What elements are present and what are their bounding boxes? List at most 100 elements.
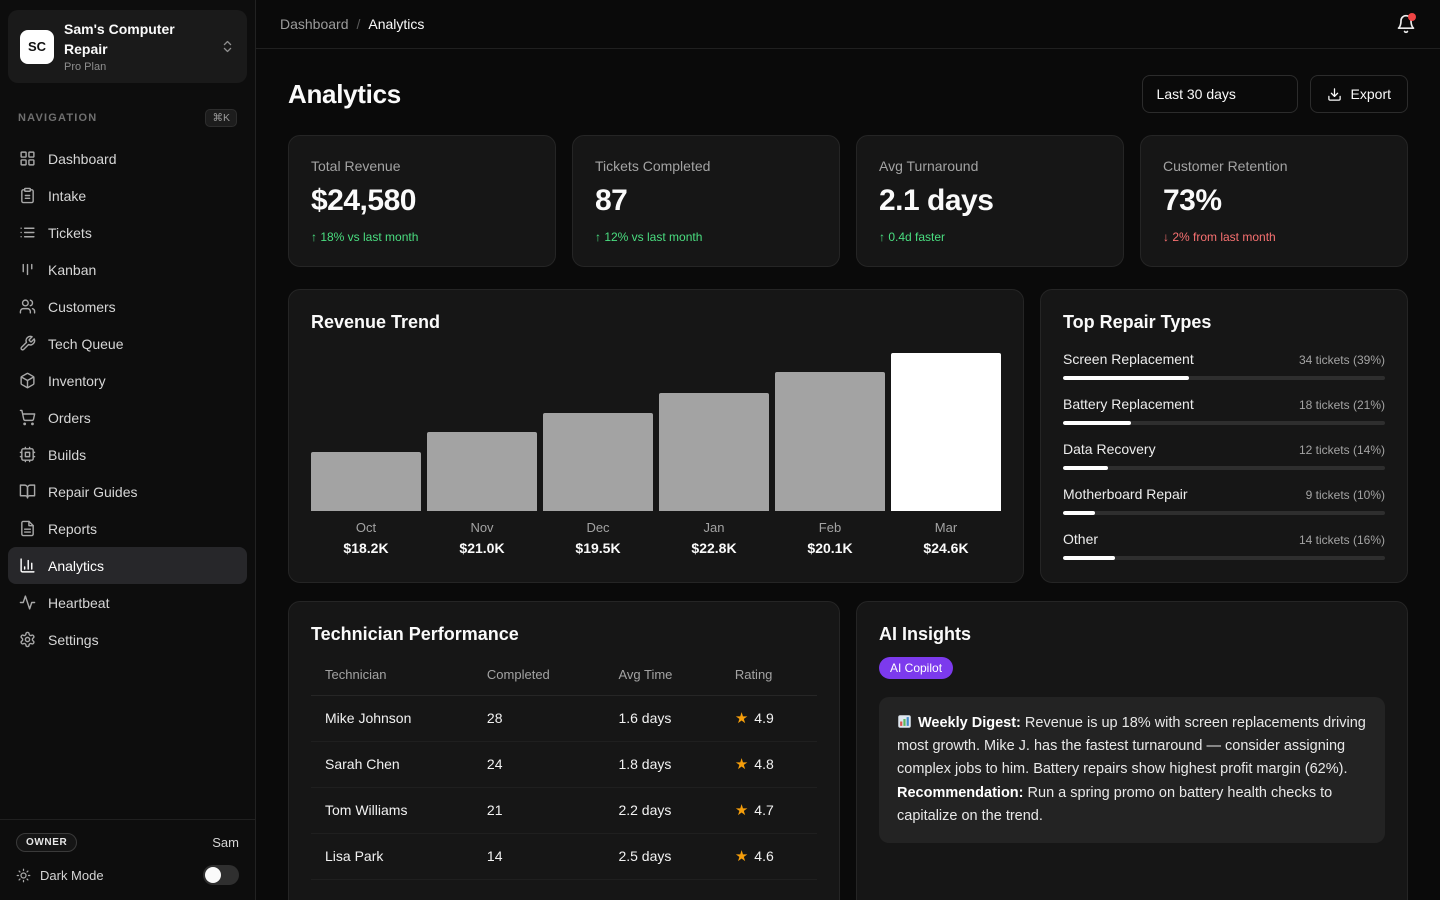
revenue-bar — [775, 372, 885, 511]
stat-card-total-revenue: Total Revenue $24,580 ↑ 18% vs last mont… — [288, 135, 556, 267]
sidebar-item-label: Heartbeat — [48, 595, 109, 611]
completed-count: 28 — [473, 696, 605, 742]
package-icon — [19, 372, 36, 389]
sidebar: SC Sam's Computer Repair Pro Plan NAVIGA… — [0, 0, 256, 900]
repair-type-count: 14 tickets (16%) — [1299, 533, 1385, 547]
sidebar-item-customers[interactable]: Customers — [8, 288, 247, 325]
chart-value-label: $24.6K — [891, 540, 1001, 556]
chart-month-label: Nov — [427, 520, 537, 535]
main-area: Dashboard / Analytics Analytics Last 30 … — [256, 0, 1440, 900]
chart-column-dec: Dec $19.5K — [543, 353, 653, 556]
sidebar-item-analytics[interactable]: Analytics — [8, 547, 247, 584]
date-range-select[interactable]: Last 30 days — [1142, 75, 1298, 113]
repair-type-name: Motherboard Repair — [1063, 486, 1188, 502]
completed-count: 14 — [473, 834, 605, 880]
ai-insights-card: AI Insights AI Copilot Weekly Digest: Re… — [856, 601, 1408, 900]
book-open-icon — [19, 483, 36, 500]
stat-value: 87 — [595, 184, 817, 218]
sidebar-item-inventory[interactable]: Inventory — [8, 362, 247, 399]
sidebar-item-orders[interactable]: Orders — [8, 399, 247, 436]
sidebar-item-label: Builds — [48, 447, 86, 463]
sidebar-item-label: Orders — [48, 410, 91, 426]
sidebar-item-tickets[interactable]: Tickets — [8, 214, 247, 251]
column-header-completed: Completed — [473, 657, 605, 696]
star-icon: ★ — [735, 757, 748, 772]
dark-mode-label: Dark Mode — [40, 868, 194, 883]
technician-performance-card: Technician Performance Technician Comple… — [288, 601, 840, 900]
table-row: Sarah Chen 24 1.8 days ★4.8 — [311, 742, 817, 788]
stat-label: Total Revenue — [311, 158, 533, 174]
star-icon: ★ — [735, 849, 748, 864]
breadcrumb-current: Analytics — [368, 16, 424, 32]
completed-count: 24 — [473, 742, 605, 788]
chart-column-oct: Oct $18.2K — [311, 353, 421, 556]
stat-value: 2.1 days — [879, 184, 1101, 218]
table-row: Lisa Park 14 2.5 days ★4.6 — [311, 834, 817, 880]
top-repair-types-title: Top Repair Types — [1063, 312, 1385, 333]
chart-column-jan: Jan $22.8K — [659, 353, 769, 556]
repair-type-count: 18 tickets (21%) — [1299, 398, 1385, 412]
technician-name: Lisa Park — [311, 834, 473, 880]
chart-column-feb: Feb $20.1K — [775, 353, 885, 556]
sidebar-item-settings[interactable]: Settings — [8, 621, 247, 658]
dark-mode-toggle[interactable] — [203, 865, 239, 885]
sidebar-item-label: Repair Guides — [48, 484, 138, 500]
table-header-row: Technician Completed Avg Time Rating — [311, 657, 817, 696]
avg-time: 2.2 days — [604, 788, 720, 834]
repair-type-count: 9 tickets (10%) — [1306, 488, 1385, 502]
progress-fill — [1063, 466, 1108, 470]
sidebar-item-kanban[interactable]: Kanban — [8, 251, 247, 288]
progress-track — [1063, 376, 1385, 380]
repair-type-name: Other — [1063, 531, 1098, 547]
sidebar-item-label: Settings — [48, 632, 99, 648]
notifications-button[interactable] — [1396, 14, 1416, 34]
revenue-trend-card: Revenue Trend Oct $18.2K Nov $21.0K D — [288, 289, 1024, 583]
star-icon: ★ — [735, 803, 748, 818]
stat-card-tickets-completed: Tickets Completed 87 ↑ 12% vs last month — [572, 135, 840, 267]
breadcrumb-dashboard[interactable]: Dashboard — [280, 16, 349, 32]
progress-fill — [1063, 421, 1131, 425]
completed-count: 21 — [473, 788, 605, 834]
breadcrumb-separator: / — [357, 16, 361, 32]
sidebar-item-label: Analytics — [48, 558, 104, 574]
sidebar-item-repair-guides[interactable]: Repair Guides — [8, 473, 247, 510]
table-row: Mike Johnson 28 1.6 days ★4.9 — [311, 696, 817, 742]
technician-name: Mike Johnson — [311, 696, 473, 742]
repair-type-row: Data Recovery 12 tickets (14%) — [1063, 441, 1385, 470]
grid-icon — [19, 150, 36, 167]
avg-time: 1.6 days — [604, 696, 720, 742]
rating-value: 4.8 — [754, 756, 773, 772]
progress-track — [1063, 421, 1385, 425]
sidebar-item-dashboard[interactable]: Dashboard — [8, 140, 247, 177]
cart-icon — [19, 409, 36, 426]
stat-delta: ↓ 2% from last month — [1163, 230, 1385, 244]
chart-column-mar: Mar $24.6K — [891, 353, 1001, 556]
workspace-plan: Pro Plan — [64, 61, 210, 73]
navigation-section-label: NAVIGATION — [18, 112, 97, 124]
rating-value: 4.9 — [754, 710, 773, 726]
column-header-technician: Technician — [311, 657, 473, 696]
technician-name: Tom Williams — [311, 788, 473, 834]
sidebar-item-label: Customers — [48, 299, 116, 315]
sidebar-item-tech-queue[interactable]: Tech Queue — [8, 325, 247, 362]
gear-icon — [19, 631, 36, 648]
workspace-switcher[interactable]: SC Sam's Computer Repair Pro Plan — [8, 10, 247, 83]
ai-copilot-badge: AI Copilot — [879, 657, 953, 679]
revenue-trend-title: Revenue Trend — [311, 312, 1001, 333]
revenue-bar-chart: Oct $18.2K Nov $21.0K Dec $19.5K — [311, 353, 1001, 556]
table-row: Tom Williams 21 2.2 days ★ 4.7 — [311, 788, 817, 834]
chart-value-label: $18.2K — [311, 540, 421, 556]
page-content: Analytics Last 30 days Export Total Reve… — [256, 49, 1440, 900]
sidebar-nav: Dashboard Intake Tickets Kanban Customer… — [0, 127, 255, 658]
role-badge: OWNER — [16, 833, 77, 852]
sidebar-item-reports[interactable]: Reports — [8, 510, 247, 547]
export-button[interactable]: Export — [1310, 75, 1408, 113]
activity-icon — [19, 594, 36, 611]
sidebar-item-builds[interactable]: Builds — [8, 436, 247, 473]
digest-heading: Weekly Digest: — [918, 715, 1021, 731]
sidebar-item-intake[interactable]: Intake — [8, 177, 247, 214]
rating-value: 4.7 — [754, 802, 773, 818]
chart-column-nov: Nov $21.0K — [427, 353, 537, 556]
stat-value: 73% — [1163, 184, 1385, 218]
sidebar-item-heartbeat[interactable]: Heartbeat — [8, 584, 247, 621]
